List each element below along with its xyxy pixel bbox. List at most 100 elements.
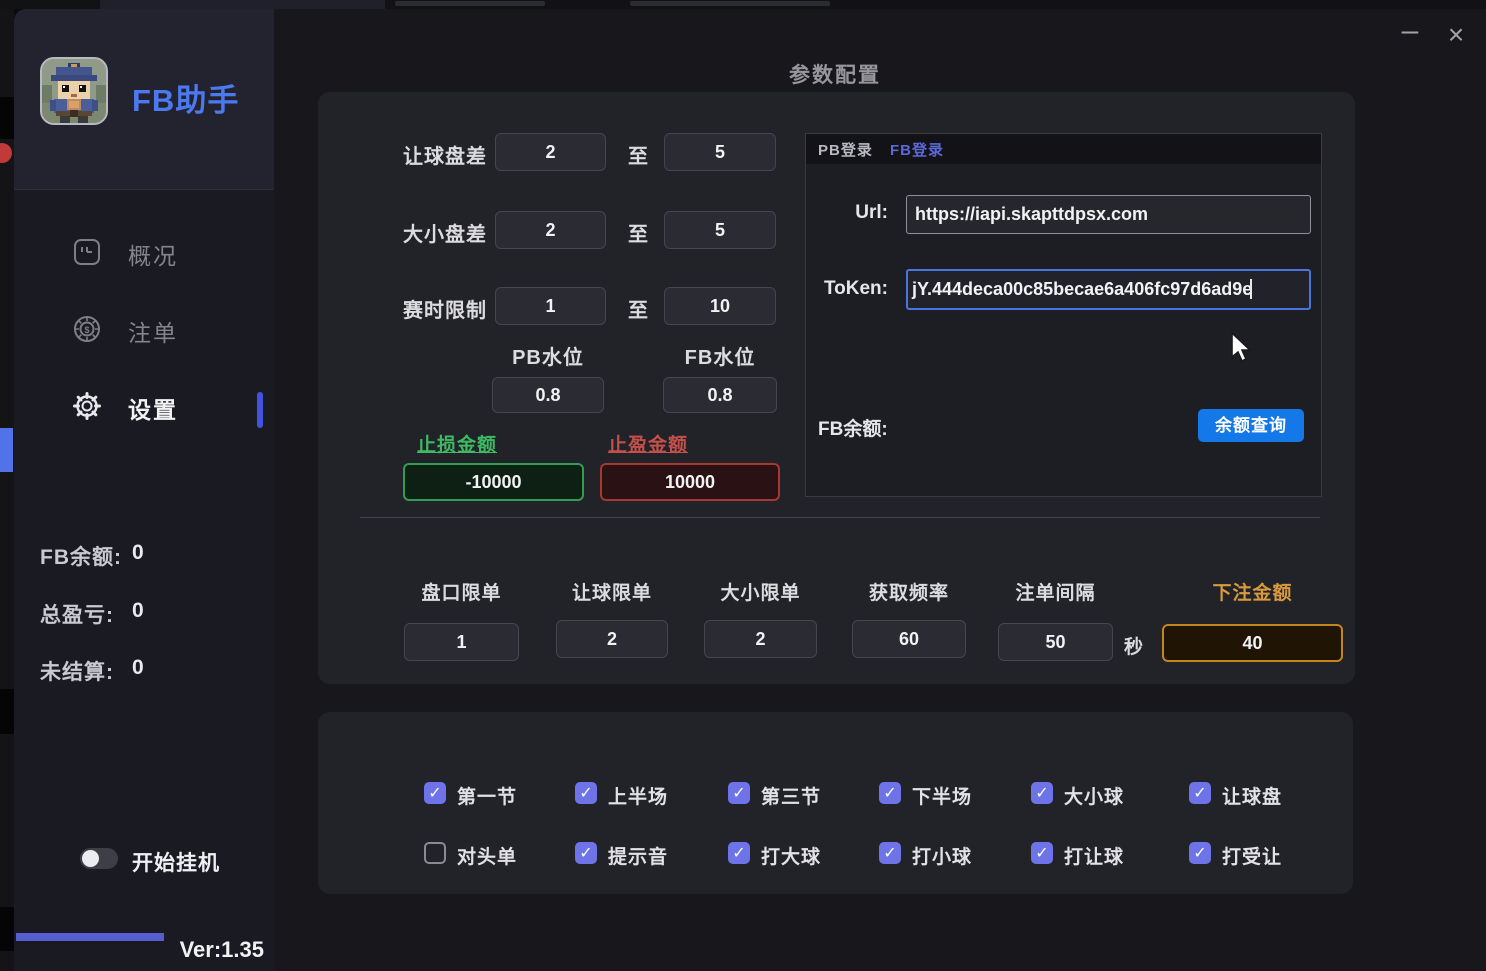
ou-diff-to-input[interactable]: 5 xyxy=(664,211,776,249)
checkbox-box[interactable]: ✓ xyxy=(424,782,446,804)
to-word: 至 xyxy=(628,140,648,169)
stat-total-pl: 总盈亏: 0 xyxy=(40,599,260,627)
checkbox-box[interactable]: ✓ xyxy=(1031,842,1053,864)
svg-text:$: $ xyxy=(84,325,89,335)
check-icon: ✓ xyxy=(1033,784,1051,803)
check-icon: ✓ xyxy=(1191,844,1209,863)
active-menu-indicator xyxy=(257,392,263,428)
overview-icon xyxy=(72,237,102,267)
bet-interval-label: 注单间隔 xyxy=(998,578,1113,605)
text-caret xyxy=(1250,279,1252,299)
bet-interval-input[interactable]: 50 xyxy=(998,623,1113,661)
background-blue-fragment xyxy=(0,428,13,472)
handicap-limit-label: 让球限单 xyxy=(556,578,668,605)
stop-loss-input[interactable]: -10000 xyxy=(403,463,584,501)
checkbox-box[interactable]: ✓ xyxy=(575,842,597,864)
app-logo-avatar xyxy=(40,57,108,125)
pixel-character-icon xyxy=(42,59,106,123)
auto-run-toggle[interactable] xyxy=(80,848,118,869)
token-value: jY.444deca00c85becae6a406fc97d6ad9e xyxy=(912,279,1252,299)
background-text-fragment xyxy=(395,1,545,6)
toggle-knob xyxy=(82,850,99,867)
to-word: 至 xyxy=(628,218,648,247)
background-left-strip xyxy=(0,9,14,971)
seconds-suffix: 秒 xyxy=(1124,632,1144,659)
bet-options-panel: ✓ 第一节 ✓ 上半场 ✓ 第三节 ✓ 下半场 ✓ 大小球 ✓ 让球盘 ✓ 对头… xyxy=(318,712,1353,894)
sidebar: FB助手 概况 $ 注单 xyxy=(14,9,274,971)
checkbox-label: 打让球 xyxy=(1064,842,1124,869)
ou-diff-from-input[interactable]: 2 xyxy=(495,211,606,249)
checkbox-label: 打小球 xyxy=(912,842,972,869)
ou-limit-input[interactable]: 2 xyxy=(704,620,817,658)
check-icon: ✓ xyxy=(730,844,748,863)
stat-value: 0 xyxy=(132,599,144,623)
ou-diff-label: 大小盘差 xyxy=(403,218,487,247)
balance-query-button[interactable]: 余额查询 xyxy=(1198,409,1304,442)
stat-value: 0 xyxy=(132,656,144,680)
gear-icon xyxy=(72,391,102,421)
sidebar-item-label: 概况 xyxy=(128,237,178,271)
version-label: Ver:1.35 xyxy=(180,937,264,963)
background-fragment xyxy=(0,97,14,139)
handicap-limit-input[interactable]: 2 xyxy=(556,620,668,658)
tab-fb-login[interactable]: FB登录 xyxy=(890,139,944,160)
fb-level-input[interactable]: 0.8 xyxy=(663,377,777,413)
page-title: 参数配置 xyxy=(735,59,935,89)
checkbox-box[interactable]: ✓ xyxy=(879,842,901,864)
check-icon: ✓ xyxy=(1033,844,1051,863)
stat-label: FB余额: xyxy=(40,541,122,571)
toggle-label: 开始挂机 xyxy=(132,847,220,877)
checkbox-label: 上半场 xyxy=(608,782,668,809)
checkbox-box[interactable]: ✓ xyxy=(1189,842,1211,864)
match-time-to-input[interactable]: 10 xyxy=(664,287,776,325)
checkbox-label: 让球盘 xyxy=(1222,782,1282,809)
checkbox-label: 大小球 xyxy=(1064,782,1124,809)
fetch-rate-input[interactable]: 60 xyxy=(852,620,966,658)
check-icon: ✓ xyxy=(426,784,444,803)
take-profit-input[interactable]: 10000 xyxy=(600,463,780,501)
checkbox-label: 第一节 xyxy=(457,782,517,809)
url-input[interactable]: https://iapi.skapttdpsx.com xyxy=(906,195,1311,234)
pb-level-input[interactable]: 0.8 xyxy=(492,377,604,413)
market-limit-input[interactable]: 1 xyxy=(404,623,519,661)
tab-pb-login[interactable]: PB登录 xyxy=(818,139,873,160)
background-window-fragment xyxy=(100,0,385,9)
sidebar-item-bets[interactable]: $ 注单 xyxy=(14,301,274,355)
sidebar-item-settings[interactable]: 设置 xyxy=(14,378,274,432)
handicap-diff-to-input[interactable]: 5 xyxy=(664,133,776,171)
stat-fb-balance: FB余额: 0 xyxy=(40,541,260,569)
sidebar-header: FB助手 xyxy=(14,9,274,190)
checkbox-label: 打受让 xyxy=(1222,842,1282,869)
sidebar-item-overview[interactable]: 概况 xyxy=(14,224,274,278)
checkbox-box[interactable]: ✓ xyxy=(1189,782,1211,804)
checkbox-box[interactable]: ✓ xyxy=(879,782,901,804)
bet-amount-input[interactable]: 40 xyxy=(1162,624,1343,662)
check-icon: ✓ xyxy=(881,844,899,863)
screen: FB助手 概况 $ 注单 xyxy=(0,0,1486,971)
background-fragment xyxy=(0,689,14,734)
stat-label: 总盈亏: xyxy=(40,599,114,629)
token-input[interactable]: jY.444deca00c85becae6a406fc97d6ad9e xyxy=(906,269,1311,310)
background-red-dot xyxy=(0,143,12,163)
checkbox-box[interactable]: ✓ xyxy=(728,842,750,864)
handicap-diff-from-input[interactable]: 2 xyxy=(495,133,606,171)
checkbox-box[interactable]: ✓ xyxy=(1031,782,1053,804)
bets-chip-icon: $ xyxy=(72,314,102,344)
section-divider xyxy=(360,517,1320,518)
checkbox-box[interactable]: ✓ xyxy=(424,842,446,864)
match-time-from-input[interactable]: 1 xyxy=(495,287,606,325)
match-time-label: 赛时限制 xyxy=(403,294,487,323)
market-limit-label: 盘口限单 xyxy=(404,578,519,605)
token-label: ToKen: xyxy=(808,278,888,300)
stop-loss-label: 止损金额 xyxy=(417,430,497,457)
bet-amount-label: 下注金额 xyxy=(1162,578,1343,605)
checkbox-box[interactable]: ✓ xyxy=(575,782,597,804)
fb-balance-label: FB余额: xyxy=(818,414,908,441)
checkbox-label: 打大球 xyxy=(761,842,821,869)
check-icon: ✓ xyxy=(577,784,595,803)
minimize-icon[interactable]: – xyxy=(1393,18,1427,50)
check-icon: ✓ xyxy=(881,784,899,803)
check-icon: ✓ xyxy=(730,784,748,803)
checkbox-box[interactable]: ✓ xyxy=(728,782,750,804)
close-icon[interactable]: × xyxy=(1439,20,1473,52)
